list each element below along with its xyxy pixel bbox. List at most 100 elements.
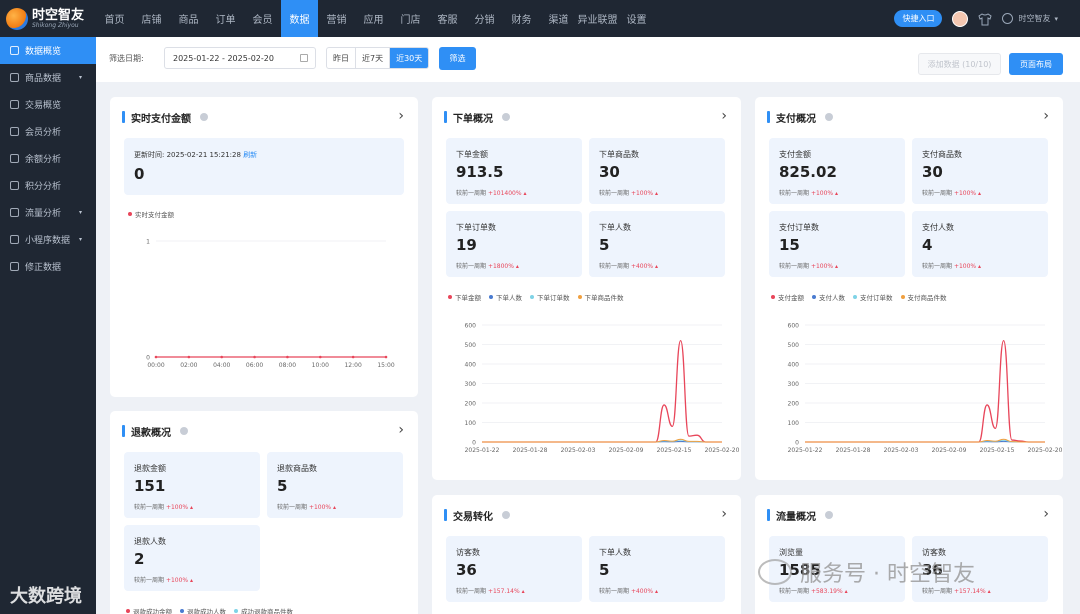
x-tick-label: 2025-01-22: [788, 447, 823, 454]
legend-dot: [853, 295, 857, 299]
chevron-down-icon: ▾: [78, 236, 82, 243]
chevron-right-icon[interactable]: ›: [721, 506, 727, 522]
nav-item-11[interactable]: 财务: [503, 0, 540, 37]
sidebar-item-3[interactable]: 会员分析: [0, 118, 96, 145]
stat-card: 支付商品数 30 较前一周期 +100% ▴: [912, 138, 1048, 204]
x-tick-label: 15:00: [377, 362, 394, 369]
nav-item-1[interactable]: 店铺: [133, 0, 170, 37]
nav-item-9[interactable]: 客服: [429, 0, 466, 37]
chevron-right-icon[interactable]: ›: [398, 422, 404, 438]
range-option-1[interactable]: 近7天: [356, 48, 391, 68]
page-layout-button[interactable]: 页面布局: [1009, 53, 1063, 75]
card-title: 下单概况: [453, 113, 493, 125]
sidebar-item-6[interactable]: 流量分析 ▾: [0, 199, 96, 226]
nav-item-12[interactable]: 渠道: [540, 0, 577, 37]
nav-item-0[interactable]: 首页: [96, 0, 133, 37]
legend-item[interactable]: 下单商品件数: [577, 292, 624, 302]
compare-label: 较前一周期: [599, 190, 630, 197]
legend-item[interactable]: 退款成功人数: [180, 606, 226, 614]
sidebar-item-7[interactable]: 小程序数据 ▾: [0, 226, 96, 253]
stat-compare: 较前一周期 +100% ▴: [779, 188, 838, 197]
nav-item-3[interactable]: 订单: [207, 0, 244, 37]
chevron-right-icon[interactable]: ›: [1043, 506, 1049, 522]
stat-label: 支付金额: [779, 150, 811, 159]
sidebar-item-8[interactable]: 修正数据: [0, 253, 96, 280]
legend-item[interactable]: 下单金额: [448, 292, 481, 302]
info-icon[interactable]: [825, 511, 833, 519]
avatar[interactable]: [952, 10, 969, 27]
range-option-2[interactable]: 近30天: [390, 48, 429, 68]
legend-label: 支付人数: [819, 294, 845, 302]
stat-label: 支付订单数: [779, 223, 819, 232]
chevron-right-icon[interactable]: ›: [398, 108, 404, 124]
nav-item-7[interactable]: 应用: [355, 0, 392, 37]
nav-item-6[interactable]: 营销: [318, 0, 355, 37]
legend-item[interactable]: 支付订单数: [853, 292, 893, 302]
menu-icon: [10, 208, 19, 217]
legend-item[interactable]: 实时支付金额: [128, 209, 174, 219]
legend-dot: [530, 295, 534, 299]
legend-item[interactable]: 支付商品件数: [900, 292, 947, 302]
stat-label: 下单订单数: [456, 223, 496, 232]
nav-item-13[interactable]: 异业联盟: [577, 0, 618, 37]
x-tick-label: 2025-02-09: [609, 447, 644, 454]
info-icon[interactable]: [502, 511, 510, 519]
brand-logo[interactable]: 时空智友 Shikong Zhiyou: [0, 0, 96, 37]
nav-item-2[interactable]: 商品: [170, 0, 207, 37]
legend-item[interactable]: 下单订单数: [530, 292, 570, 302]
stat-label: 下单金额: [456, 150, 488, 159]
stat-label: 退款商品数: [277, 464, 317, 473]
filter-button[interactable]: 筛选: [439, 47, 476, 70]
y-tick-label: 400: [788, 362, 800, 369]
logo-title: 时空智友: [32, 7, 85, 23]
sidebar-item-label: 流量分析: [25, 209, 62, 219]
refresh-link[interactable]: 刷新: [243, 151, 257, 159]
legend-item[interactable]: 支付人数: [812, 292, 845, 302]
x-tick-label: 2025-02-20: [705, 447, 740, 454]
stat-compare: 较前一周期 +100% ▴: [277, 502, 336, 511]
conversion-card: 交易转化 › 访客数 36 较前一周期 +157.14% ▴ 下单人数 5 较前一周期 +…: [432, 495, 741, 614]
sidebar-item-1[interactable]: 商品数据 ▾: [0, 64, 96, 91]
quick-entry-button[interactable]: 快捷入口: [894, 10, 943, 27]
range-option-0[interactable]: 昨日: [327, 48, 356, 68]
sidebar-item-2[interactable]: 交易概览: [0, 91, 96, 118]
compare-percent: +100% ▴: [810, 263, 839, 270]
legend-item[interactable]: 退款成功金额: [126, 606, 172, 614]
y-tick-label: 100: [465, 420, 477, 427]
quick-range-selector: 昨日 近7天 近30天: [326, 47, 430, 69]
nav-item-14[interactable]: 设置: [618, 0, 655, 37]
nav-item-8[interactable]: 门店: [392, 0, 429, 37]
username[interactable]: 时空智友: [1018, 13, 1050, 24]
legend-item[interactable]: 下单人数: [489, 292, 522, 302]
sidebar-item-4[interactable]: 余额分析: [0, 145, 96, 172]
stat-card: 支付金额 825.02 较前一周期 +100% ▴: [769, 138, 905, 204]
stat-value: 151: [134, 477, 166, 495]
chevron-down-icon[interactable]: ▾: [1054, 15, 1058, 23]
compare-percent: +100% ▴: [953, 263, 982, 270]
menu-icon: [10, 127, 19, 136]
shirt-icon[interactable]: [978, 12, 993, 26]
order-overview-card: 下单概况 › 下单金额 下单人数 下单订单数 下单商品件数 0 100 200 300 400…: [432, 97, 741, 480]
compare-percent: +100% ▴: [308, 504, 337, 511]
legend-dot: [180, 609, 184, 613]
sidebar-item-0[interactable]: 数据概览: [0, 37, 96, 64]
info-icon[interactable]: [825, 113, 833, 121]
legend-item[interactable]: 支付金额: [771, 292, 804, 302]
info-icon[interactable]: [180, 427, 188, 435]
info-icon[interactable]: [502, 113, 510, 121]
sidebar-item-5[interactable]: 积分分析: [0, 172, 96, 199]
chevron-right-icon[interactable]: ›: [1043, 108, 1049, 124]
date-range-picker[interactable]: 2025-01-22 - 2025-02-20: [164, 47, 316, 69]
info-icon[interactable]: [200, 113, 208, 121]
data-point: [286, 355, 289, 359]
update-time-label: 更新时间:: [134, 151, 165, 159]
stat-value: 19: [456, 236, 477, 254]
nav-item-5[interactable]: 数据: [281, 0, 318, 37]
legend-item[interactable]: 成功退款商品件数: [234, 606, 293, 614]
stat-compare: 较前一周期 +100% ▴: [134, 575, 193, 584]
chevron-right-icon[interactable]: ›: [721, 108, 727, 124]
nav-item-4[interactable]: 会员: [244, 0, 281, 37]
x-tick-label: 2025-01-28: [513, 447, 548, 454]
nav-item-10[interactable]: 分销: [466, 0, 503, 37]
add-data-button[interactable]: 添加数据 (10/10): [918, 53, 1001, 75]
